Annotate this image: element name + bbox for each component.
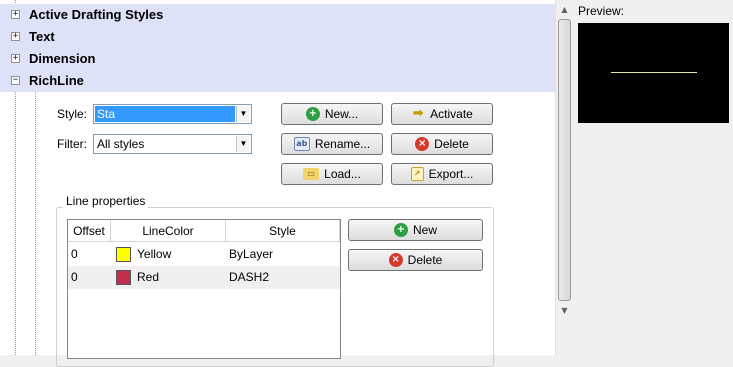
style-cell: DASH2 [229,270,270,284]
plus-circle-icon: + [393,223,408,237]
category-label: Text [29,29,55,44]
x-circle-icon: × [388,253,403,267]
offset-cell: 0 [71,270,78,284]
expand-icon[interactable]: + [11,54,20,63]
expand-icon[interactable]: + [11,32,20,41]
category-label: Dimension [29,51,96,66]
scrollbar-thumb[interactable] [558,19,571,301]
new-line-button[interactable]: + New [348,219,483,241]
tree-category-text[interactable]: + Text [0,26,555,48]
style-combobox[interactable]: Sta ▼ [93,104,252,124]
vertical-scrollbar[interactable]: ▲ ▼ [555,0,572,355]
tree-category-dimension[interactable]: + Dimension [0,48,555,70]
activate-button[interactable]: ➡ Activate [391,103,493,125]
settings-tree-pane: + Active Drafting Styles + Text + Dimens… [0,0,555,367]
color-swatch [116,247,131,262]
scroll-up-icon[interactable]: ▲ [557,1,572,18]
arrow-right-icon: ➡ [412,106,424,121]
table-row[interactable]: 0 Yellow ByLayer [68,243,340,266]
style-label: Style: [57,107,88,121]
column-header-offset[interactable]: Offset [68,220,111,242]
color-swatch [116,270,131,285]
delete-line-button[interactable]: × Delete [348,249,483,271]
load-button[interactable]: ▭ Load... [281,163,383,185]
preview-canvas [578,23,729,123]
chevron-down-icon[interactable]: ▼ [236,106,250,122]
folder-open-icon: ▭ [303,168,320,180]
scroll-down-icon[interactable]: ▼ [557,302,572,319]
style-value: Sta [95,106,235,122]
expand-icon[interactable]: + [11,10,20,19]
delete-style-button[interactable]: × Delete [391,133,493,155]
rename-label: Rename... [314,137,371,151]
line-properties-table[interactable]: Offset LineColor Style 0 Yellow ByLayer … [67,219,341,359]
category-label: RichLine [29,73,84,88]
export-button[interactable]: ↗ Export... [391,163,493,185]
preview-line [611,72,697,73]
collapse-icon[interactable]: − [11,76,20,85]
delete-style-label: Delete [434,137,469,151]
export-label: Export... [428,167,474,181]
tree-category-richline[interactable]: − RichLine [0,70,555,92]
delete-line-label: Delete [407,253,443,267]
filter-label: Filter: [57,137,87,151]
plus-circle-icon: + [305,107,320,121]
activate-label: Activate [430,107,473,121]
load-label: Load... [324,167,361,181]
style-cell: ByLayer [229,247,274,261]
line-properties-title: Line properties [63,194,149,208]
color-name-cell: Red [137,270,160,284]
table-row[interactable]: 0 Red DASH2 [68,266,340,289]
new-line-label: New [412,223,437,237]
filter-value: All styles [97,137,145,151]
x-circle-icon: × [415,137,430,151]
category-label: Active Drafting Styles [29,7,164,22]
new-style-label: New... [324,107,359,121]
tree-line-child [35,92,36,355]
filter-combobox[interactable]: All styles ▼ [93,134,252,154]
preview-label: Preview: [578,4,625,18]
rename-icon: ab [293,137,310,151]
export-icon: ↗ [410,167,424,181]
chevron-down-icon[interactable]: ▼ [236,136,250,152]
color-name-cell: Yellow [137,247,172,261]
new-style-button[interactable]: + New... [281,103,383,125]
column-header-style[interactable]: Style [226,220,340,242]
rename-button[interactable]: ab Rename... [281,133,383,155]
offset-cell: 0 [71,247,78,261]
column-header-linecolor[interactable]: LineColor [111,220,226,242]
tree-category-active-drafting-styles[interactable]: + Active Drafting Styles [0,4,555,26]
